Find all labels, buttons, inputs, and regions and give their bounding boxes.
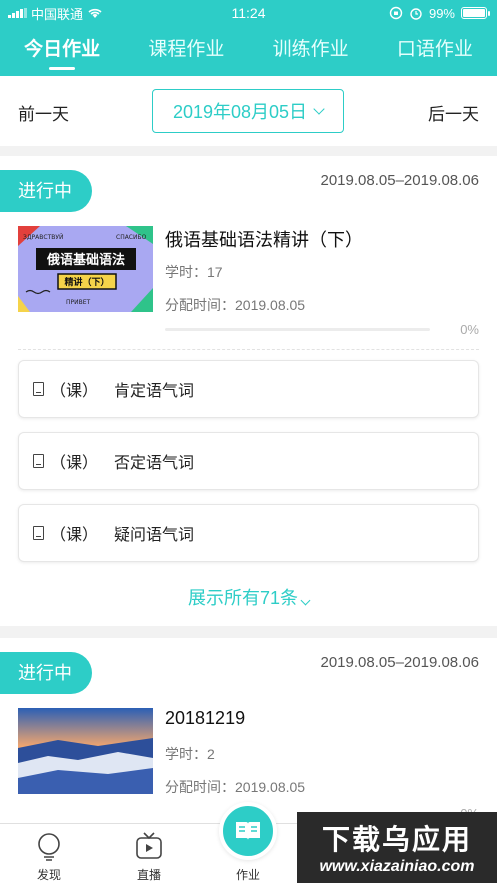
next-day-button[interactable]: 后一天 xyxy=(428,100,479,125)
lesson-name: 疑问语气词 xyxy=(114,527,195,544)
course-thumbnail[interactable] xyxy=(18,708,153,794)
homework-tabs: 今日作业 课程作业 训练作业 口语作业 xyxy=(0,26,497,76)
tab-speaking-homework[interactable]: 口语作业 xyxy=(373,26,497,76)
divider xyxy=(18,349,479,350)
alarm-icon xyxy=(410,8,422,20)
lesson-name: 肯定语气词 xyxy=(114,383,195,400)
watermark-title: 下载乌应用 xyxy=(321,824,472,855)
nav-discover-label: 发现 xyxy=(36,868,61,882)
thumb-top-left: ЗДРАВСТВУЙ xyxy=(23,234,64,241)
thumb-main-text: 俄语基础语法 xyxy=(46,252,125,268)
book-icon xyxy=(33,382,44,396)
lesson-tag: （课） xyxy=(50,455,99,472)
prev-day-button[interactable]: 前一天 xyxy=(18,100,69,125)
watermark: 下载乌应用 www.xiazainiao.com xyxy=(297,812,497,883)
course-thumbnail[interactable]: ЗДРАВСТВУЙ СПАСИБО 俄语基础语法 精讲（下） ПРИВЕТ xyxy=(18,226,153,312)
assigned-date: 分配时间：2019.08.05 xyxy=(165,297,306,313)
expand-all-button[interactable]: 展示所有71条 xyxy=(0,584,497,610)
chevron-down-icon xyxy=(313,103,325,115)
course-hours: 学时：2 xyxy=(165,746,215,762)
homework-fab[interactable] xyxy=(219,802,277,860)
nav-discover[interactable]: 发现 xyxy=(9,824,89,882)
chevron-down-icon xyxy=(300,595,311,606)
thumb-top-right: СПАСИБО xyxy=(116,234,147,241)
nav-homework-label: 作业 xyxy=(235,868,260,882)
status-bar: 中国联通 11:24 99% xyxy=(0,0,497,26)
book-icon xyxy=(33,526,44,540)
status-badge: 进行中 xyxy=(0,652,92,694)
thumb-sub-text: 精讲（下） xyxy=(64,276,109,288)
progress-percent: 0% xyxy=(460,322,479,337)
watermark-url: www.xiazainiao.com xyxy=(319,858,475,875)
progress-bar xyxy=(165,328,430,331)
lesson-name: 否定语气词 xyxy=(114,455,195,472)
lesson-item[interactable]: （课） 疑问语气词 xyxy=(18,504,479,562)
date-range: 2019.08.05–2019.08.06 xyxy=(320,654,480,671)
battery-percent: 99% xyxy=(428,5,455,21)
lesson-tag: （课） xyxy=(50,527,99,544)
tab-course-homework[interactable]: 课程作业 xyxy=(124,26,248,76)
rotation-lock-icon xyxy=(389,6,403,20)
course-title[interactable]: 俄语基础语法精讲（下） xyxy=(165,226,363,252)
assigned-date: 分配时间：2019.08.05 xyxy=(165,779,306,795)
nav-live[interactable]: 直播 xyxy=(109,824,189,882)
date-picker[interactable]: 2019年08月05日 xyxy=(152,89,344,133)
course-title[interactable]: 20181219 xyxy=(165,708,245,729)
expand-label: 展示所有71条 xyxy=(187,588,299,608)
lesson-tag: （课） xyxy=(50,383,99,400)
tab-training-homework[interactable]: 训练作业 xyxy=(249,26,373,76)
date-bar: 前一天 2019年08月05日 后一天 xyxy=(0,76,497,146)
tab-today-homework[interactable]: 今日作业 xyxy=(0,26,124,76)
course-hours: 学时：17 xyxy=(165,264,223,280)
homework-card: 进行中 2019.08.05–2019.08.06 20181219 学时：2 … xyxy=(0,638,497,828)
date-range: 2019.08.05–2019.08.06 xyxy=(320,172,480,189)
battery-icon xyxy=(461,7,490,19)
date-value: 2019年08月05日 xyxy=(172,102,308,122)
lightbulb-icon xyxy=(38,833,60,861)
open-book-icon xyxy=(236,822,260,840)
lesson-item[interactable]: （课） 否定语气词 xyxy=(18,432,479,490)
lesson-item[interactable]: （课） 肯定语气词 xyxy=(18,360,479,418)
status-badge: 进行中 xyxy=(0,170,92,212)
homework-card: 进行中 2019.08.05–2019.08.06 ЗДРАВСТВУЙ СПА… xyxy=(0,156,497,626)
tv-play-icon xyxy=(136,832,162,859)
thumb-bottom-text: ПРИВЕТ xyxy=(66,299,91,306)
book-icon xyxy=(33,454,44,468)
nav-live-label: 直播 xyxy=(136,868,161,882)
